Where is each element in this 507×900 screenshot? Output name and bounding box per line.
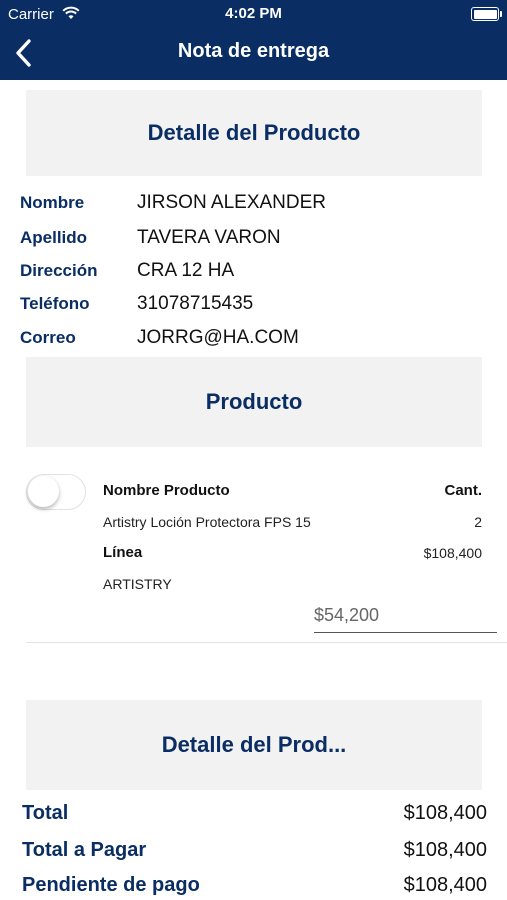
product-quantity: 2 bbox=[474, 514, 482, 530]
battery-icon bbox=[471, 7, 499, 21]
status-time: 4:02 PM bbox=[225, 5, 282, 22]
total-a-pagar-value: $108,400 bbox=[403, 839, 487, 861]
detail-section-header: Detalle del Producto bbox=[26, 90, 482, 176]
navigation-bar: Carrier 4:02 PM Nota de entrega bbox=[0, 0, 507, 80]
product-name-header: Nombre Producto bbox=[103, 482, 230, 499]
quantity-header: Cant. bbox=[444, 482, 483, 499]
line-total: $108,400 bbox=[423, 545, 482, 561]
total-a-pagar-label: Total a Pagar bbox=[22, 839, 147, 861]
telefono-label: Teléfono bbox=[20, 294, 90, 313]
toggle-knob bbox=[28, 476, 59, 507]
apellido-value: TAVERA VARON bbox=[137, 227, 281, 248]
correo-label: Correo bbox=[20, 328, 76, 347]
total-value: $108,400 bbox=[403, 802, 487, 824]
apellido-label: Apellido bbox=[20, 228, 88, 247]
product-name: Artistry Loción Protectora FPS 15 bbox=[103, 514, 311, 530]
direccion-label: Dirección bbox=[20, 261, 98, 280]
correo-value: JORRG@HA.COM bbox=[137, 327, 299, 348]
divider bbox=[26, 642, 507, 643]
summary-section-header: Detalle del Prod... bbox=[26, 700, 482, 790]
telefono-value: 31078715435 bbox=[137, 293, 254, 314]
pendiente-value: $108,400 bbox=[403, 874, 487, 896]
line-label: Línea bbox=[103, 544, 143, 561]
battery-nub bbox=[500, 11, 502, 17]
direccion-value: CRA 12 HA bbox=[137, 260, 235, 281]
product-select-toggle[interactable] bbox=[26, 474, 86, 510]
nombre-label: Nombre bbox=[20, 193, 85, 212]
nombre-value: JIRSON ALEXANDER bbox=[137, 192, 326, 213]
product-section-header: Producto bbox=[26, 357, 482, 447]
total-label: Total bbox=[22, 802, 69, 824]
product-line: ARTISTRY bbox=[103, 576, 172, 592]
pendiente-label: Pendiente de pago bbox=[22, 874, 200, 896]
page-title: Nota de entrega bbox=[177, 40, 330, 62]
status-bar: Carrier 4:02 PM bbox=[0, 0, 507, 30]
unit-price-input[interactable] bbox=[314, 598, 497, 633]
